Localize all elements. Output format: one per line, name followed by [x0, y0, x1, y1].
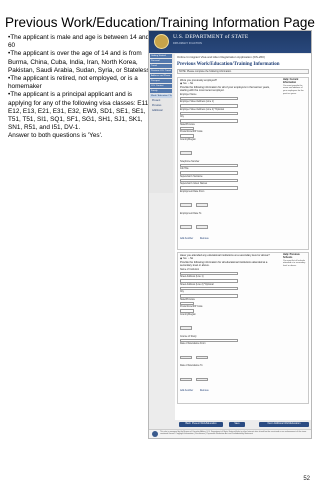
bullet-item: •The applicant is over the age of 14 and… — [8, 50, 150, 74]
sidebar-item-us-contact[interactable]: U.S. Contact — [150, 84, 172, 88]
note-box: NOTE: Please complete the following info… — [177, 69, 309, 74]
add-another-employer-button[interactable]: Add Another — [180, 237, 193, 240]
add-another-school-button[interactable]: Add Another — [180, 389, 193, 392]
field-label: Postal Zone/ZIP Code — [180, 306, 203, 309]
radio-yes[interactable]: ◉ Yes — [180, 257, 187, 260]
form-nav-bar: Back: Present Work/Education Save Next: … — [175, 422, 311, 428]
employer-address2-input[interactable] — [180, 111, 238, 116]
employment-instruction: Provide the following information for al… — [180, 86, 270, 93]
supervisor-given-input[interactable] — [180, 186, 238, 190]
help-title: Help: Previous Schools — [283, 253, 300, 259]
school-country-select[interactable] — [180, 326, 192, 330]
page-number: 52 — [303, 476, 310, 482]
employer-city-input[interactable] — [180, 119, 238, 123]
employer-country-select[interactable] — [180, 151, 192, 155]
date-to-day-select[interactable] — [180, 225, 192, 229]
form-content: Online Immigrant Visa and Alien Registra… — [175, 54, 311, 420]
field-label: Country/Region — [180, 138, 196, 141]
bullet-item: •The applicant is male and age is betwee… — [8, 34, 150, 50]
help-text: You must provide the name and address of… — [283, 84, 304, 95]
sidebar-item-passport[interactable]: Passport — [150, 79, 172, 83]
education-question: Have you attended any educational instit… — [180, 254, 270, 257]
state-seal-icon — [154, 34, 169, 49]
bullet-list: •The applicant is male and age is betwee… — [8, 34, 151, 132]
banner-title: U.S. DEPARTMENT of STATE — [173, 34, 249, 40]
remove-employer-button[interactable]: Remove — [200, 237, 209, 240]
sidebar-item-travel[interactable]: Travel — [150, 64, 172, 68]
bullet-item: •The applicant is retired, not employed,… — [8, 75, 138, 91]
date-to-month-select[interactable] — [196, 225, 209, 229]
course-of-study-input[interactable] — [180, 338, 238, 343]
slide-title: Previous Work/Education/Training Informa… — [5, 15, 315, 30]
banner-subtitle: DIPLOMACY IN ACTION — [173, 42, 202, 45]
attend-from-month-select[interactable] — [196, 355, 209, 360]
radio-no[interactable]: ○ No — [188, 82, 193, 85]
date-from-month-select[interactable] — [196, 203, 209, 207]
attend-to-month-select[interactable] — [196, 377, 209, 382]
help-title: Help: Current Information — [283, 78, 299, 84]
education-instruction: Provide the following information for al… — [180, 261, 268, 268]
education-section: Have you attended any educational instit… — [177, 252, 309, 404]
radio-yes[interactable]: ◉ Yes — [180, 82, 187, 85]
bullet-item: •The applicant is a principal applicant … — [8, 91, 150, 132]
attend-to-day-select[interactable] — [180, 377, 192, 382]
attend-from-day-select[interactable] — [180, 355, 192, 360]
supervisor-surname-input[interactable] — [180, 178, 238, 183]
sidebar-item-family[interactable]: Family — [150, 89, 172, 93]
school-city-input[interactable] — [180, 294, 238, 298]
radio-yes-label: Yes — [182, 82, 187, 86]
sidebar: Getting Started Personal Travel Previous… — [149, 53, 173, 193]
sidebar-item-personal[interactable]: Personal — [150, 59, 172, 63]
save-button[interactable]: Save — [229, 422, 245, 427]
institution-name-input[interactable] — [180, 271, 238, 276]
school-address1-input[interactable] — [180, 279, 238, 283]
employer-zip-input[interactable] — [180, 134, 194, 138]
radio-no[interactable]: ○ No — [188, 257, 193, 260]
next-button[interactable]: Next: Additional Work/Education — [259, 422, 309, 427]
footer-text: This site is managed by the Bureau of Co… — [160, 431, 307, 436]
page-heading: Previous Work/Education/Training Informa… — [177, 62, 280, 67]
help-text: You must list all schools attended at a … — [283, 259, 306, 268]
help-panel-education: Help: Previous Schools You must list all… — [283, 253, 307, 268]
job-title-input[interactable] — [180, 171, 238, 175]
previous-employment-section: Were you previously employed? ◉ Yes ○ No… — [177, 77, 309, 250]
radio-yes-label: Yes — [182, 257, 187, 261]
employer-phone-input[interactable] — [180, 163, 238, 168]
field-label: State/Province — [180, 298, 195, 301]
employer-name-input[interactable] — [180, 96, 238, 101]
radio-no-label: No — [190, 257, 194, 261]
sidebar-link-present[interactable]: Present — [152, 99, 172, 103]
state-dept-banner: U.S. DEPARTMENT of STATE DIPLOMACY IN AC… — [149, 31, 311, 53]
radio-no-label: No — [190, 82, 194, 86]
employer-address1-input[interactable] — [180, 104, 238, 108]
remove-school-button[interactable]: Remove — [200, 389, 209, 392]
sidebar-item-getting-started[interactable]: Getting Started — [150, 54, 172, 58]
sidebar-link-previous[interactable]: Previous — [152, 104, 172, 108]
application-name: Online Immigrant Visa and Alien Registra… — [177, 55, 265, 59]
field-label: Country/Region — [180, 313, 196, 316]
date-from-day-select[interactable] — [180, 203, 192, 207]
field-label: State/Province — [180, 123, 195, 126]
answer-text: Answer to both questions is 'Yes'. — [8, 132, 103, 139]
page-footer: This site is managed by the Bureau of Co… — [149, 429, 311, 438]
back-button[interactable]: Back: Present Work/Education — [179, 422, 223, 427]
school-row-buttons: Add Another Remove — [180, 389, 306, 392]
school-address2-input[interactable] — [180, 286, 238, 291]
help-panel-employment: Help: Current Information You must provi… — [283, 78, 307, 96]
ds260-screenshot: U.S. DEPARTMENT of STATE DIPLOMACY IN AC… — [148, 30, 312, 439]
employer-state-input[interactable] — [180, 126, 194, 131]
sidebar-item-previous-travel[interactable]: Previous U.S. Travel — [150, 69, 172, 73]
sidebar-item-address[interactable]: Address and Phone — [150, 74, 172, 78]
field-label: Postal Zone/ZIP Code — [180, 131, 203, 134]
school-state-input[interactable] — [180, 301, 194, 306]
sidebar-item-work-education[interactable]: Work / Education / Training — [150, 94, 172, 98]
sidebar-link-additional[interactable]: Additional — [152, 109, 172, 113]
school-zip-input[interactable] — [180, 309, 194, 313]
footer-seal-icon — [152, 431, 158, 437]
employer-row-buttons: Add Another Remove — [180, 237, 306, 240]
